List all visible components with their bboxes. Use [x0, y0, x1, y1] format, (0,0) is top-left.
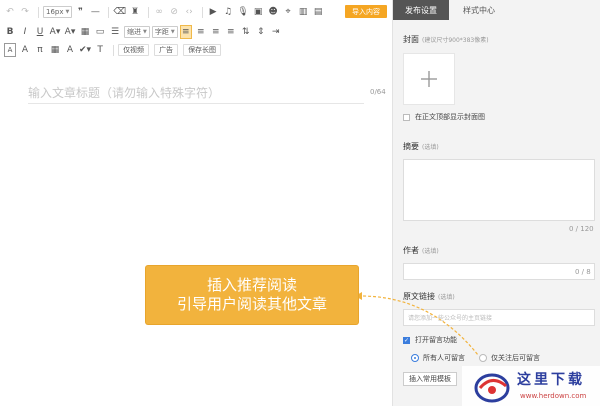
watermark-url: www.herdown.com [520, 392, 587, 400]
watermark-text: 这里下载 [517, 372, 585, 388]
annotation-callout: 插入推荐阅读 引导用户阅读其他文章 [146, 266, 358, 324]
callout-line-2: 引导用户阅读其他文章 [176, 295, 327, 313]
callout-line-1: 插入推荐阅读 [206, 276, 297, 294]
callout-arrow [355, 292, 479, 356]
